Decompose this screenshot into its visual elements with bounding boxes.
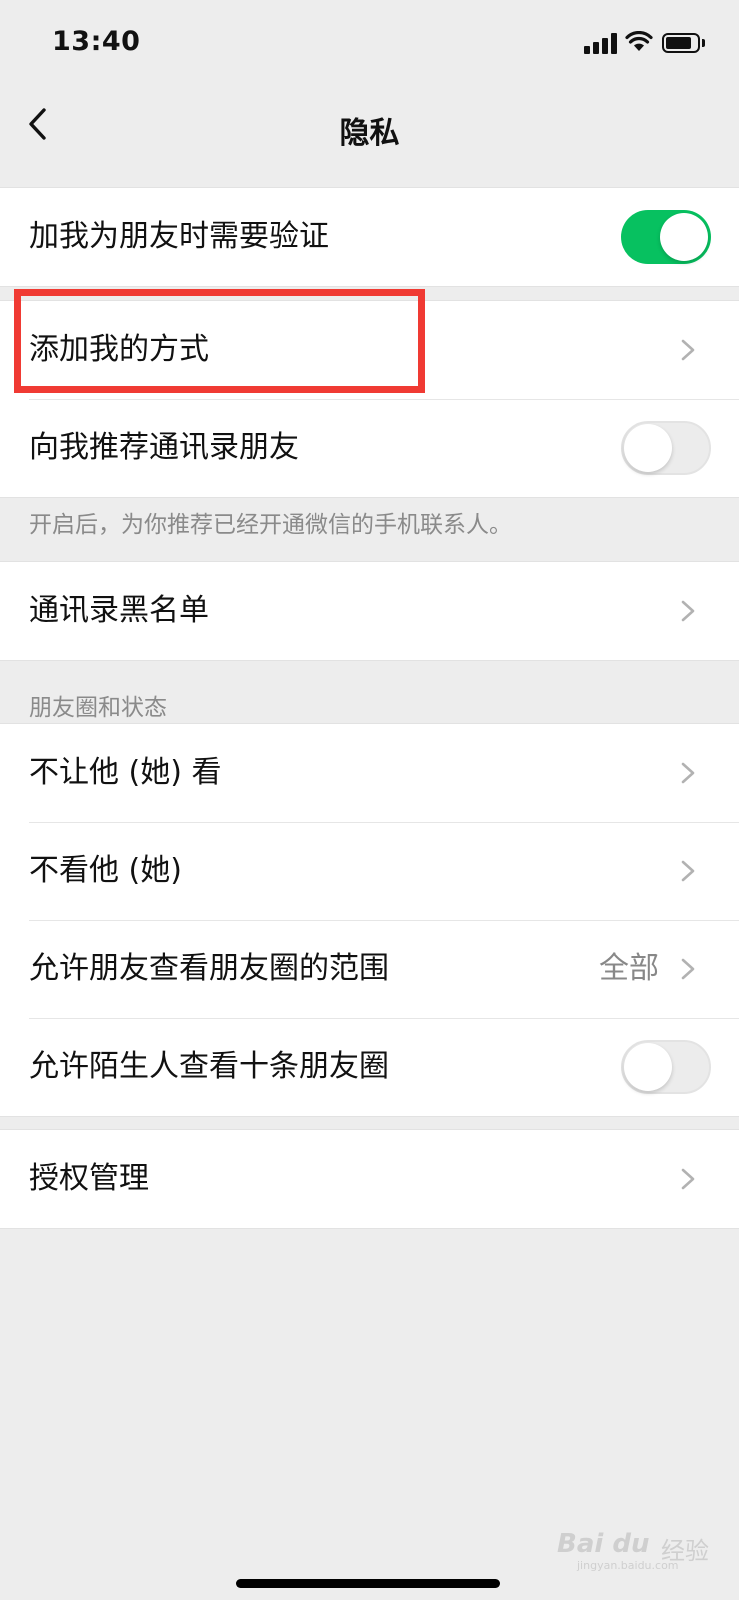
row-value: 全部 [599, 951, 659, 986]
chevron-right-icon [681, 860, 695, 882]
watermark-logo: Bai du [557, 1529, 650, 1559]
row-label: 通讯录黑名单 [29, 593, 209, 628]
chevron-right-icon [681, 600, 695, 622]
row-authorization-management[interactable]: 授权管理 [0, 1130, 739, 1228]
group-blacklist: 通讯录黑名单 [0, 561, 739, 661]
page-title: 隐私 [339, 116, 400, 151]
strangers-view-toggle[interactable] [621, 1040, 711, 1094]
row-label: 不让他 (她) 看 [29, 755, 222, 790]
status-bar: 13:40 [0, 0, 739, 90]
wifi-icon [625, 31, 653, 51]
row-hide-my-moments[interactable]: 不让他 (她) 看 [0, 724, 739, 822]
recommend-note: 开启后，为你推荐已经开通微信的手机联系人。 [29, 512, 512, 538]
chevron-right-icon [681, 339, 695, 361]
row-strangers-view-ten-posts: 允许陌生人查看十条朋友圈 [0, 1018, 739, 1116]
group-moments: 不让他 (她) 看 不看他 (她) 允许朋友查看朋友圈的范围 全部 允许陌生人查… [0, 723, 739, 1117]
home-indicator[interactable] [236, 1579, 500, 1588]
chevron-right-icon [681, 1168, 695, 1190]
group-auth: 授权管理 [0, 1129, 739, 1229]
battery-tip [702, 39, 705, 47]
row-contacts-blacklist[interactable]: 通讯录黑名单 [0, 562, 739, 660]
recommend-contacts-toggle[interactable] [621, 421, 711, 475]
row-label: 授权管理 [29, 1161, 149, 1196]
row-label: 向我推荐通讯录朋友 [29, 430, 299, 465]
row-label: 不看他 (她) [29, 853, 182, 888]
watermark-domain: jingyan.baidu.com [577, 1559, 679, 1572]
baidu-watermark: Bai du 经验 jingyan.baidu.com [557, 1529, 735, 1572]
nav-bar: 隐私 [0, 90, 739, 186]
chevron-right-icon [681, 762, 695, 784]
cellular-signal-icon [584, 32, 618, 54]
row-label: 允许陌生人查看十条朋友圈 [29, 1049, 389, 1084]
row-label: 加我为朋友时需要验证 [29, 219, 329, 254]
row-friend-verification: 加我为朋友时需要验证 [0, 188, 739, 286]
row-hide-their-moments[interactable]: 不看他 (她) [0, 822, 739, 920]
group-verify: 加我为朋友时需要验证 [0, 187, 739, 287]
battery-icon [662, 33, 700, 53]
section-header-moments: 朋友圈和状态 [29, 695, 167, 721]
status-time: 13:40 [52, 26, 141, 57]
row-label: 允许朋友查看朋友圈的范围 [29, 951, 389, 986]
highlight-annotation-box [14, 289, 425, 393]
row-moments-visibility-range[interactable]: 允许朋友查看朋友圈的范围 全部 [0, 920, 739, 1018]
row-recommend-contacts: 向我推荐通讯录朋友 [0, 399, 739, 497]
chevron-right-icon [681, 958, 695, 980]
friend-verification-toggle[interactable] [621, 210, 711, 264]
